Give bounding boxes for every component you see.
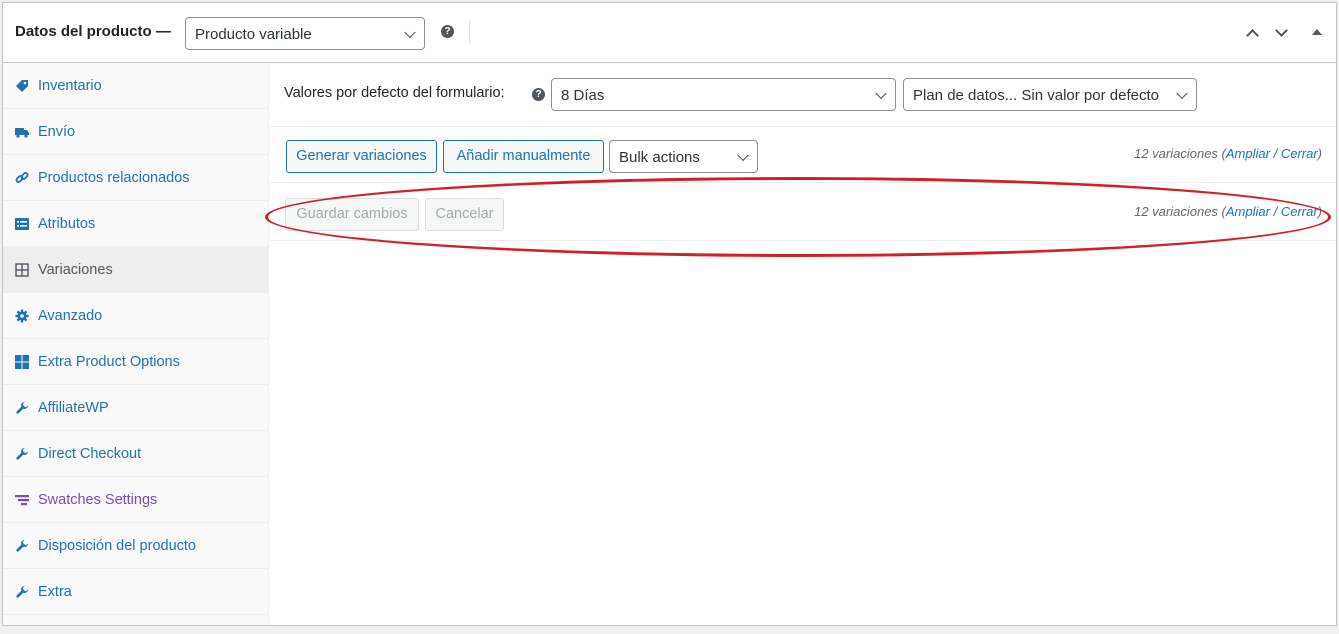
tab-extra-product-options[interactable]: Extra Product Options — [3, 339, 268, 385]
save-variations-row: Guardar cambios Cancelar 12 variaciones … — [270, 183, 1336, 241]
gear-icon — [15, 309, 29, 323]
tab-avanzado[interactable]: Avanzado — [3, 293, 268, 339]
close-all-link[interactable]: Cerrar — [1281, 146, 1318, 161]
tab-label: Disposición del producto — [38, 537, 196, 554]
truck-icon — [15, 125, 29, 139]
tab-direct-checkout[interactable]: Direct Checkout — [3, 431, 268, 477]
wrench-icon — [15, 585, 29, 599]
product-type-select[interactable]: Producto variable — [185, 17, 425, 50]
wrench-icon — [15, 447, 29, 461]
tab-label: AffiliateWP — [38, 399, 109, 416]
move-up-icon[interactable] — [1245, 25, 1261, 42]
help-icon[interactable]: ? — [441, 25, 454, 38]
wrench-icon — [15, 401, 29, 415]
chevron-down-icon — [875, 87, 887, 99]
panel-title: Datos del producto — — [15, 23, 171, 40]
default-plan-select[interactable]: Plan de datos... Sin valor por defecto — [903, 78, 1197, 111]
tab-label: Variaciones — [38, 261, 113, 278]
tab-label: Envío — [38, 123, 76, 140]
variations-toolbar: Generar variaciones Añadir manualmente B… — [270, 127, 1336, 183]
bulk-actions-value: Bulk actions — [619, 149, 700, 166]
move-down-icon[interactable] — [1274, 24, 1290, 41]
default-days-select[interactable]: 8 Días — [551, 78, 896, 111]
variations-count: 12 variaciones (Ampliar / Cerrar) — [1134, 204, 1322, 219]
list-icon — [15, 217, 29, 231]
tab-envio[interactable]: Envío — [3, 109, 268, 155]
tab-label: Swatches Settings — [38, 491, 158, 508]
close-all-link[interactable]: Cerrar — [1281, 204, 1318, 219]
grid-icon — [15, 262, 29, 277]
default-plan-value: Plan de datos... Sin valor por defecto — [913, 87, 1159, 104]
product-data-tabs: Inventario Envío Productos relacionados … — [3, 63, 269, 625]
wrench-icon — [15, 539, 29, 553]
chevron-down-icon — [1176, 87, 1188, 99]
tab-affiliatewp[interactable]: AffiliateWP — [3, 385, 268, 431]
product-data-panel: Datos del producto — Producto variable ?… — [2, 2, 1337, 626]
save-changes-button[interactable]: Guardar cambios — [285, 198, 419, 231]
add-manually-button[interactable]: Añadir manualmente — [443, 140, 604, 173]
filter-icon — [15, 493, 29, 507]
tab-disposicion-del-producto[interactable]: Disposición del producto — [3, 523, 268, 569]
cancel-button[interactable]: Cancelar — [425, 198, 504, 231]
tab-variaciones[interactable]: Variaciones — [3, 247, 268, 293]
tab-productos-relacionados[interactable]: Productos relacionados — [3, 155, 268, 201]
variations-count: 12 variaciones (Ampliar / Cerrar) — [1134, 146, 1322, 161]
header-divider — [469, 21, 470, 43]
expand-all-link[interactable]: Ampliar — [1226, 204, 1270, 219]
variations-panel: Valores por defecto del formulario: ? 8 … — [270, 63, 1336, 625]
chevron-down-icon — [737, 149, 749, 161]
tab-inventario[interactable]: Inventario — [3, 63, 268, 109]
tab-atributos[interactable]: Atributos — [3, 201, 268, 247]
tab-swatches-settings[interactable]: Swatches Settings — [3, 477, 268, 523]
chevron-down-icon — [404, 26, 416, 38]
tab-label: Inventario — [38, 77, 102, 94]
panel-header: Datos del producto — Producto variable ? — [3, 3, 1336, 63]
collapse-toggle-icon[interactable] — [1312, 29, 1322, 35]
link-icon — [15, 171, 29, 185]
tab-extra[interactable]: Extra — [3, 569, 268, 615]
product-type-value: Producto variable — [195, 26, 312, 43]
generate-variations-button[interactable]: Generar variaciones — [286, 140, 437, 173]
tab-label: Productos relacionados — [38, 169, 190, 186]
default-values-label: Valores por defecto del formulario: — [284, 85, 505, 101]
default-form-values-row: Valores por defecto del formulario: ? 8 … — [270, 63, 1336, 127]
tab-label: Avanzado — [38, 307, 103, 324]
tab-label: Extra — [38, 583, 72, 600]
expand-all-link[interactable]: Ampliar — [1226, 146, 1270, 161]
tab-label: Atributos — [38, 215, 96, 232]
default-days-value: 8 Días — [561, 87, 605, 104]
help-icon[interactable]: ? — [532, 88, 545, 101]
tab-label: Extra Product Options — [38, 353, 180, 370]
tab-label: Direct Checkout — [38, 445, 142, 462]
dashboard-icon — [15, 354, 29, 369]
tag-icon — [15, 79, 29, 93]
bulk-actions-select[interactable]: Bulk actions — [609, 140, 758, 173]
